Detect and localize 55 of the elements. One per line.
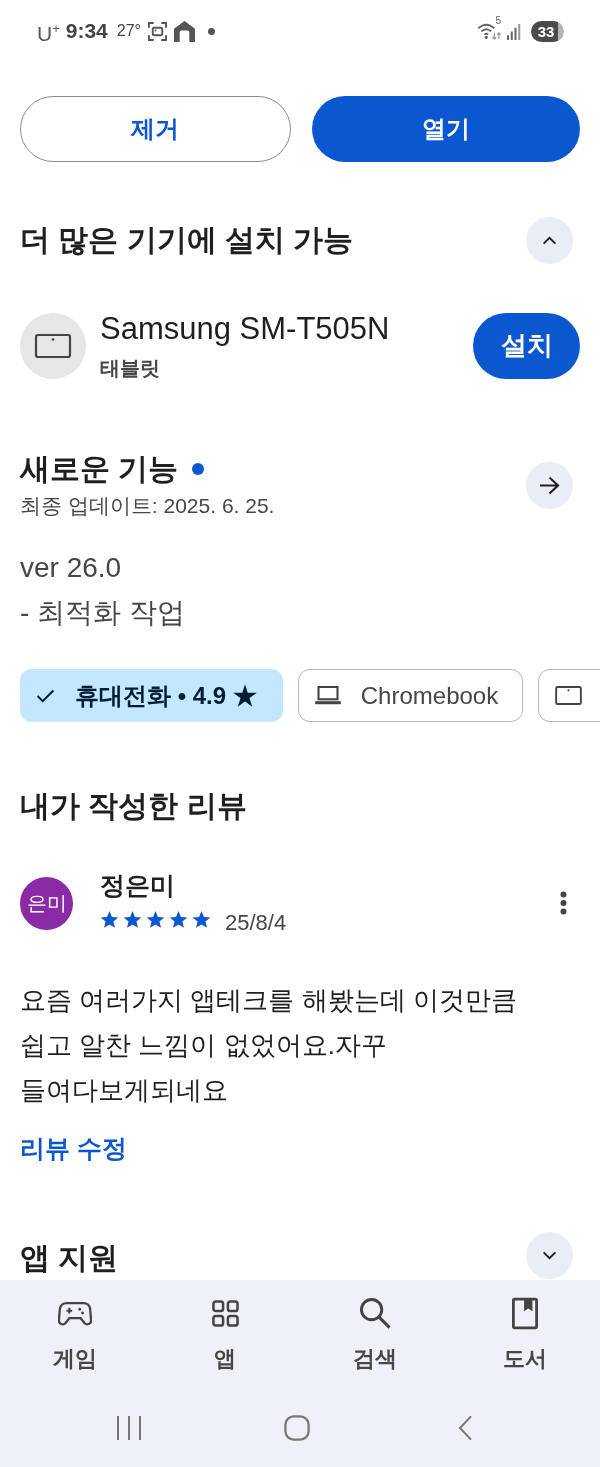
section-title: 앱 지원 bbox=[20, 1240, 119, 1276]
star-icon bbox=[192, 911, 211, 929]
battery-indicator: 33 bbox=[531, 20, 564, 42]
tablet-icon bbox=[20, 312, 86, 379]
nav-tab[interactable]: 도서 bbox=[450, 1280, 600, 1395]
nav-tab[interactable]: 검색 bbox=[300, 1280, 450, 1395]
carrier-label: U$^{+}$ bbox=[37, 19, 60, 47]
chevron-down-icon bbox=[542, 1251, 557, 1260]
last-updated-date: 최종 업데이트: 2025. 6. 25. bbox=[20, 493, 275, 519]
install-button[interactable]: 설치 bbox=[473, 312, 580, 379]
device-filter-chip[interactable]: Chromebook bbox=[297, 669, 524, 722]
signal-icon bbox=[507, 22, 521, 40]
apps-grid-icon bbox=[211, 1299, 239, 1327]
temperature: 27° bbox=[116, 22, 141, 40]
wifi-icon bbox=[477, 22, 501, 40]
star-icon bbox=[146, 911, 165, 929]
edit-review-link[interactable]: 리뷰 수정 bbox=[20, 1133, 127, 1163]
star-icon bbox=[123, 911, 142, 929]
arrow-right-icon bbox=[539, 475, 560, 495]
reviewer-name: 정은미 bbox=[100, 870, 176, 900]
house-icon bbox=[174, 20, 195, 42]
notification-dot-icon bbox=[208, 27, 215, 35]
chevron-up-icon bbox=[542, 235, 557, 245]
more-vert-icon bbox=[560, 891, 567, 915]
check-icon bbox=[36, 688, 55, 703]
section-title: 더 많은 기기에 설치 가능 bbox=[20, 222, 354, 258]
details-button[interactable] bbox=[526, 461, 573, 509]
review-text: 요즘 여러가지 앱테크를 해봤는데 이것만큼 쉽고 알찬 느낌이 없었어요.자꾸 들여다보게되네요 bbox=[20, 984, 518, 1107]
back-icon[interactable] bbox=[457, 1415, 473, 1441]
gamepad-icon bbox=[58, 1300, 92, 1326]
uninstall-button[interactable]: 제거 bbox=[20, 96, 291, 162]
screenshot-icon bbox=[148, 21, 167, 41]
section-title: 내가 작성한 리뷰 bbox=[20, 788, 248, 824]
release-note: ver 26.0 bbox=[20, 551, 123, 585]
tablet-icon bbox=[555, 686, 583, 705]
device-filter-chip[interactable]: 휴대전화 • 4.9 ★ bbox=[20, 669, 283, 722]
release-note: - 최적화 작업 bbox=[20, 596, 186, 630]
review-date: 25/8/4 bbox=[225, 910, 287, 936]
clock-time: 9:34 bbox=[65, 19, 108, 43]
star-icon bbox=[100, 911, 119, 929]
nav-tab[interactable]: 게임 bbox=[0, 1280, 150, 1395]
more-options-button[interactable] bbox=[560, 891, 567, 915]
open-button[interactable]: 열기 bbox=[311, 96, 580, 162]
device-type: 태블릿 bbox=[100, 355, 161, 381]
recent-apps-icon[interactable] bbox=[116, 1415, 142, 1441]
home-icon[interactable] bbox=[284, 1415, 310, 1441]
search-icon bbox=[359, 1297, 391, 1329]
laptop-icon bbox=[314, 686, 341, 705]
wifi-band-label: 5 bbox=[495, 16, 501, 26]
star-icon bbox=[169, 911, 188, 929]
device-name: Samsung SM-T505N bbox=[100, 310, 391, 347]
nav-tab[interactable]: 앱 bbox=[150, 1280, 300, 1395]
section-title: 새로운 기능 bbox=[20, 451, 179, 487]
user-avatar: 은미 bbox=[20, 876, 73, 930]
book-icon bbox=[512, 1296, 538, 1330]
